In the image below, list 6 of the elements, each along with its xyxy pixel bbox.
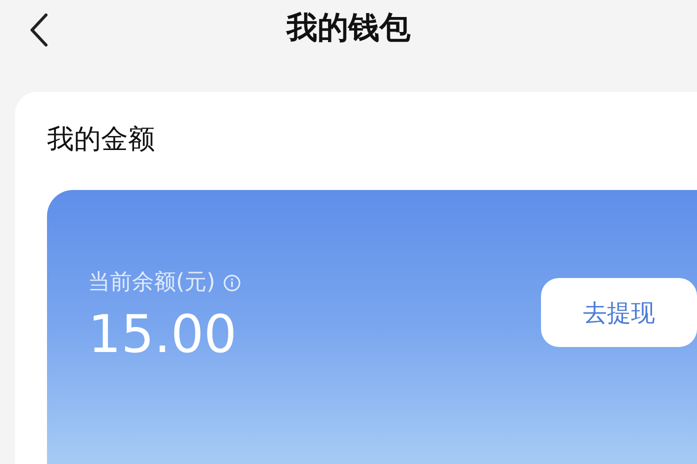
page-title: 我的钱包 [286, 8, 410, 48]
section-title: 我的金额 [47, 123, 156, 157]
back-icon[interactable] [28, 12, 50, 48]
balance-amount: 15.00 [88, 304, 238, 367]
balance-label: 当前余额(元) [88, 269, 216, 297]
withdraw-button[interactable]: 去提现 [541, 278, 697, 347]
